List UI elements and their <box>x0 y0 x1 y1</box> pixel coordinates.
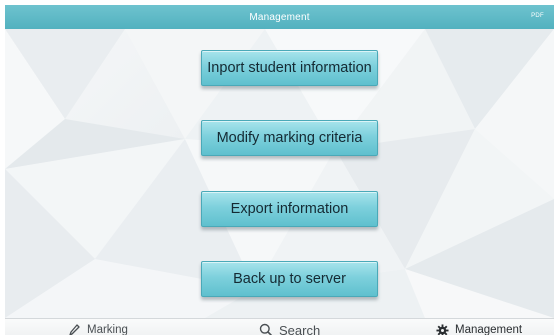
tab-search[interactable]: Search <box>259 319 320 335</box>
search-icon <box>259 323 273 335</box>
modify-marking-criteria-button[interactable]: Modify marking criteria <box>201 120 378 156</box>
pencil-icon <box>67 323 81 335</box>
tab-marking-label: Marking <box>87 324 128 335</box>
page-title: Management <box>249 11 310 23</box>
app-screen: Management PDF Inport student informatio… <box>5 5 554 335</box>
bottom-tab-bar: Marking Search Management <box>5 318 554 335</box>
title-bar: Management PDF <box>5 5 554 29</box>
pdf-label[interactable]: PDF <box>531 13 544 19</box>
export-information-button[interactable]: Export information <box>201 191 378 227</box>
backup-to-server-button[interactable]: Back up to server <box>201 261 378 297</box>
import-student-info-button[interactable]: Inport student information <box>201 50 378 86</box>
gear-icon <box>436 323 449 335</box>
app-frame: Management PDF Inport student informatio… <box>0 0 560 335</box>
tab-search-label: Search <box>279 322 321 335</box>
tab-management[interactable]: Management <box>436 319 522 335</box>
tab-marking[interactable]: Marking <box>67 319 128 335</box>
tab-management-label: Management <box>455 324 523 335</box>
